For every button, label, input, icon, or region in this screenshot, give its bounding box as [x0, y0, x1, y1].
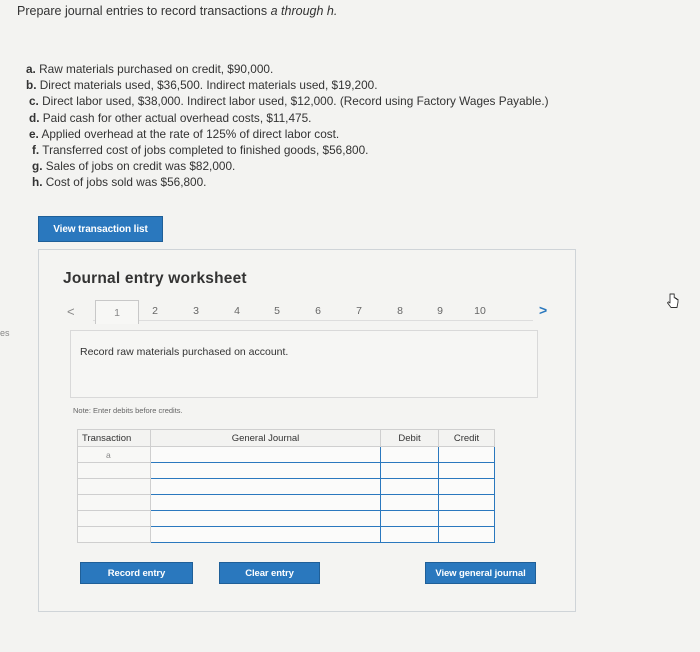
header-transaction: Transaction — [77, 429, 151, 447]
transaction-cell — [77, 462, 151, 479]
transaction-letter: h. — [32, 175, 43, 190]
credit-input[interactable] — [438, 494, 495, 511]
transaction-item: a. Raw materials purchased on credit, $9… — [26, 61, 549, 77]
page-tab-7[interactable]: 7 — [348, 305, 370, 317]
header-debit: Debit — [380, 429, 439, 447]
transaction-text: Sales of jobs on credit was $82,000. — [45, 159, 236, 174]
transaction-list: a. Raw materials purchased on credit, $9… — [26, 61, 549, 191]
credit-input[interactable] — [438, 526, 495, 543]
table-row: a — [77, 446, 495, 463]
transaction-letter: c. — [29, 94, 39, 109]
transaction-text: Paid cash for other actual overhead cost… — [42, 110, 312, 125]
page-tab-4[interactable]: 4 — [226, 305, 248, 317]
table-row — [77, 494, 495, 511]
debit-input[interactable] — [380, 510, 439, 527]
transaction-item: d. Paid cash for other actual overhead c… — [26, 110, 549, 126]
clear-entry-button[interactable]: Clear entry — [219, 562, 320, 584]
transaction-letter: f. — [32, 143, 40, 158]
transaction-text: Raw materials purchased on credit, $90,0… — [39, 62, 274, 76]
transaction-text: Cost of jobs sold was $56,800. — [45, 175, 207, 190]
credit-input[interactable] — [438, 478, 495, 495]
journal-entry-worksheet: Journal entry worksheet < 1 2 3 4 5 6 7 … — [38, 249, 576, 612]
header-credit: Credit — [438, 429, 495, 447]
account-select[interactable] — [150, 446, 381, 463]
left-edge-text: es — [0, 328, 10, 338]
debit-input[interactable] — [380, 478, 439, 495]
page-tab-2[interactable]: 2 — [144, 305, 166, 317]
page-tab-3[interactable]: 3 — [185, 305, 207, 317]
credit-input[interactable] — [438, 462, 495, 479]
pointer-cursor-icon — [667, 293, 679, 308]
transaction-cell — [77, 526, 151, 543]
entry-description-box: Record raw materials purchased on accoun… — [70, 330, 538, 398]
page-tab-8[interactable]: 8 — [389, 305, 411, 317]
prev-page-chevron-icon[interactable]: < — [67, 304, 75, 319]
account-select[interactable] — [150, 478, 381, 495]
view-general-journal-button[interactable]: View general journal — [425, 562, 536, 584]
table-row — [77, 510, 495, 527]
transaction-letter: d. — [29, 110, 40, 125]
transaction-letter: b. — [26, 78, 37, 93]
transaction-item: b. Direct materials used, $36,500. Indir… — [26, 77, 549, 93]
table-row — [77, 526, 495, 543]
account-select[interactable] — [150, 526, 381, 543]
credit-input[interactable] — [438, 510, 495, 527]
page-tab-6[interactable]: 6 — [307, 305, 329, 317]
record-entry-button[interactable]: Record entry — [80, 562, 193, 584]
prompt-heading: Prepare journal entries to record transa… — [17, 4, 337, 18]
transaction-item: f. Transferred cost of jobs completed to… — [26, 142, 549, 158]
journal-table-header: Transaction General Journal Debit Credit — [77, 429, 495, 447]
transaction-item: h. Cost of jobs sold was $56,800. — [26, 174, 549, 190]
transaction-item: g. Sales of jobs on credit was $82,000. — [26, 158, 549, 174]
account-select[interactable] — [150, 510, 381, 527]
transaction-text: Direct labor used, $38,000. Indirect lab… — [42, 94, 549, 109]
debit-input[interactable] — [380, 494, 439, 511]
account-select[interactable] — [150, 462, 381, 479]
transaction-item: e. Applied overhead at the rate of 125% … — [26, 126, 549, 142]
view-transaction-list-button[interactable]: View transaction list — [38, 216, 163, 242]
transaction-letter: a. — [26, 62, 36, 76]
transaction-text: Transferred cost of jobs completed to fi… — [42, 143, 369, 158]
debit-input[interactable] — [380, 446, 439, 463]
debit-input[interactable] — [380, 526, 439, 543]
debits-note: Note: Enter debits before credits. — [73, 406, 183, 415]
transaction-cell — [77, 478, 151, 495]
transaction-item: c. Direct labor used, $38,000. Indirect … — [26, 93, 549, 109]
next-page-chevron-icon[interactable]: > — [539, 302, 547, 318]
account-select[interactable] — [150, 494, 381, 511]
prompt-range: a through h. — [270, 4, 338, 18]
page-tabs-divider — [93, 320, 533, 321]
credit-input[interactable] — [438, 446, 495, 463]
header-general-journal: General Journal — [150, 429, 381, 447]
entry-description: Record raw materials purchased on accoun… — [80, 346, 289, 358]
table-row — [77, 478, 495, 495]
page-tab-10[interactable]: 10 — [469, 305, 491, 317]
table-row — [77, 462, 495, 479]
page-tab-9[interactable]: 9 — [429, 305, 451, 317]
transaction-letter: e. — [29, 126, 39, 141]
journal-table: Transaction General Journal Debit Credit… — [77, 429, 495, 543]
transaction-cell: a — [77, 446, 151, 463]
page-tab-1[interactable]: 1 — [95, 300, 139, 324]
worksheet-title: Journal entry worksheet — [63, 270, 247, 287]
transaction-letter: g. — [32, 159, 43, 174]
debit-input[interactable] — [380, 462, 439, 479]
transaction-cell — [77, 494, 151, 511]
transaction-cell — [77, 510, 151, 527]
prompt-text: Prepare journal entries to record transa… — [17, 4, 268, 18]
transaction-text: Direct materials used, $36,500. Indirect… — [39, 78, 378, 93]
page-tab-5[interactable]: 5 — [266, 305, 288, 317]
transaction-text: Applied overhead at the rate of 125% of … — [41, 126, 340, 141]
